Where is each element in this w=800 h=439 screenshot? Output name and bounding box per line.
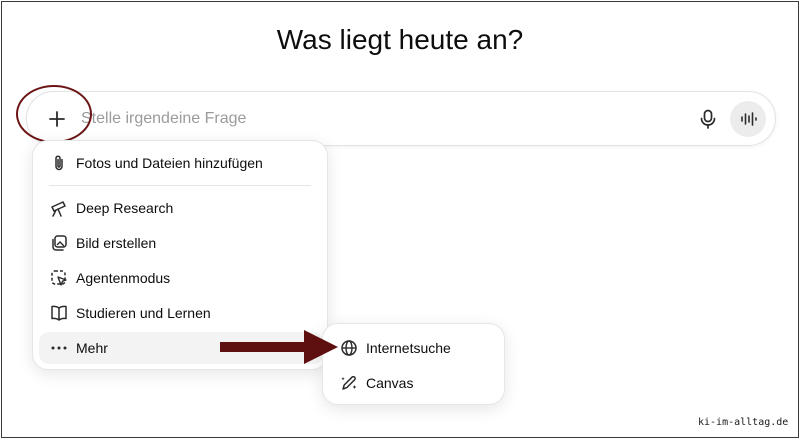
- menu-item-agent-mode[interactable]: Agentenmodus: [39, 262, 323, 294]
- menu-item-create-image[interactable]: Bild erstellen: [39, 227, 323, 259]
- page-heading: Was liegt heute an?: [276, 24, 524, 55]
- voice-mode-icon: [739, 111, 757, 127]
- menu-item-study-learn[interactable]: Studieren und Lernen: [39, 297, 323, 329]
- menu-item-label: Mehr: [76, 340, 108, 356]
- dictate-button[interactable]: [693, 104, 723, 134]
- menu-item-label: Studieren und Lernen: [76, 305, 211, 321]
- microphone-icon: [699, 109, 717, 129]
- annotation-highlight-ring: [16, 85, 92, 143]
- telescope-icon: [49, 198, 69, 218]
- book-icon: [49, 303, 69, 323]
- more-dots-icon: [49, 338, 69, 358]
- prompt-composer[interactable]: Stelle irgendeine Frage: [26, 91, 776, 146]
- paperclip-icon: [49, 153, 69, 173]
- menu-item-label: Deep Research: [76, 200, 174, 216]
- submenu-item-label: Canvas: [366, 375, 414, 391]
- image-create-icon: [49, 233, 69, 253]
- submenu-item-canvas[interactable]: Canvas: [329, 367, 500, 399]
- watermark: ki-im-alltag.de: [698, 417, 789, 428]
- menu-item-deep-research[interactable]: Deep Research: [39, 192, 323, 224]
- menu-item-label: Fotos und Dateien hinzufügen: [76, 155, 263, 171]
- menu-divider: [49, 185, 311, 186]
- more-submenu: Internetsuche Canvas: [322, 323, 505, 405]
- menu-item-label: Bild erstellen: [76, 235, 157, 251]
- voice-mode-button[interactable]: [730, 101, 766, 137]
- menu-item-add-files[interactable]: Fotos und Dateien hinzufügen: [39, 147, 323, 179]
- agent-cursor-icon: [49, 268, 69, 288]
- prompt-input[interactable]: Stelle irgendeine Frage: [81, 110, 246, 128]
- globe-icon: [339, 338, 359, 358]
- canvas-pen-icon: [339, 373, 359, 393]
- submenu-item-web-search[interactable]: Internetsuche: [329, 332, 500, 364]
- menu-item-label: Agentenmodus: [76, 270, 171, 286]
- annotation-arrow: [218, 327, 340, 367]
- submenu-item-label: Internetsuche: [366, 340, 451, 356]
